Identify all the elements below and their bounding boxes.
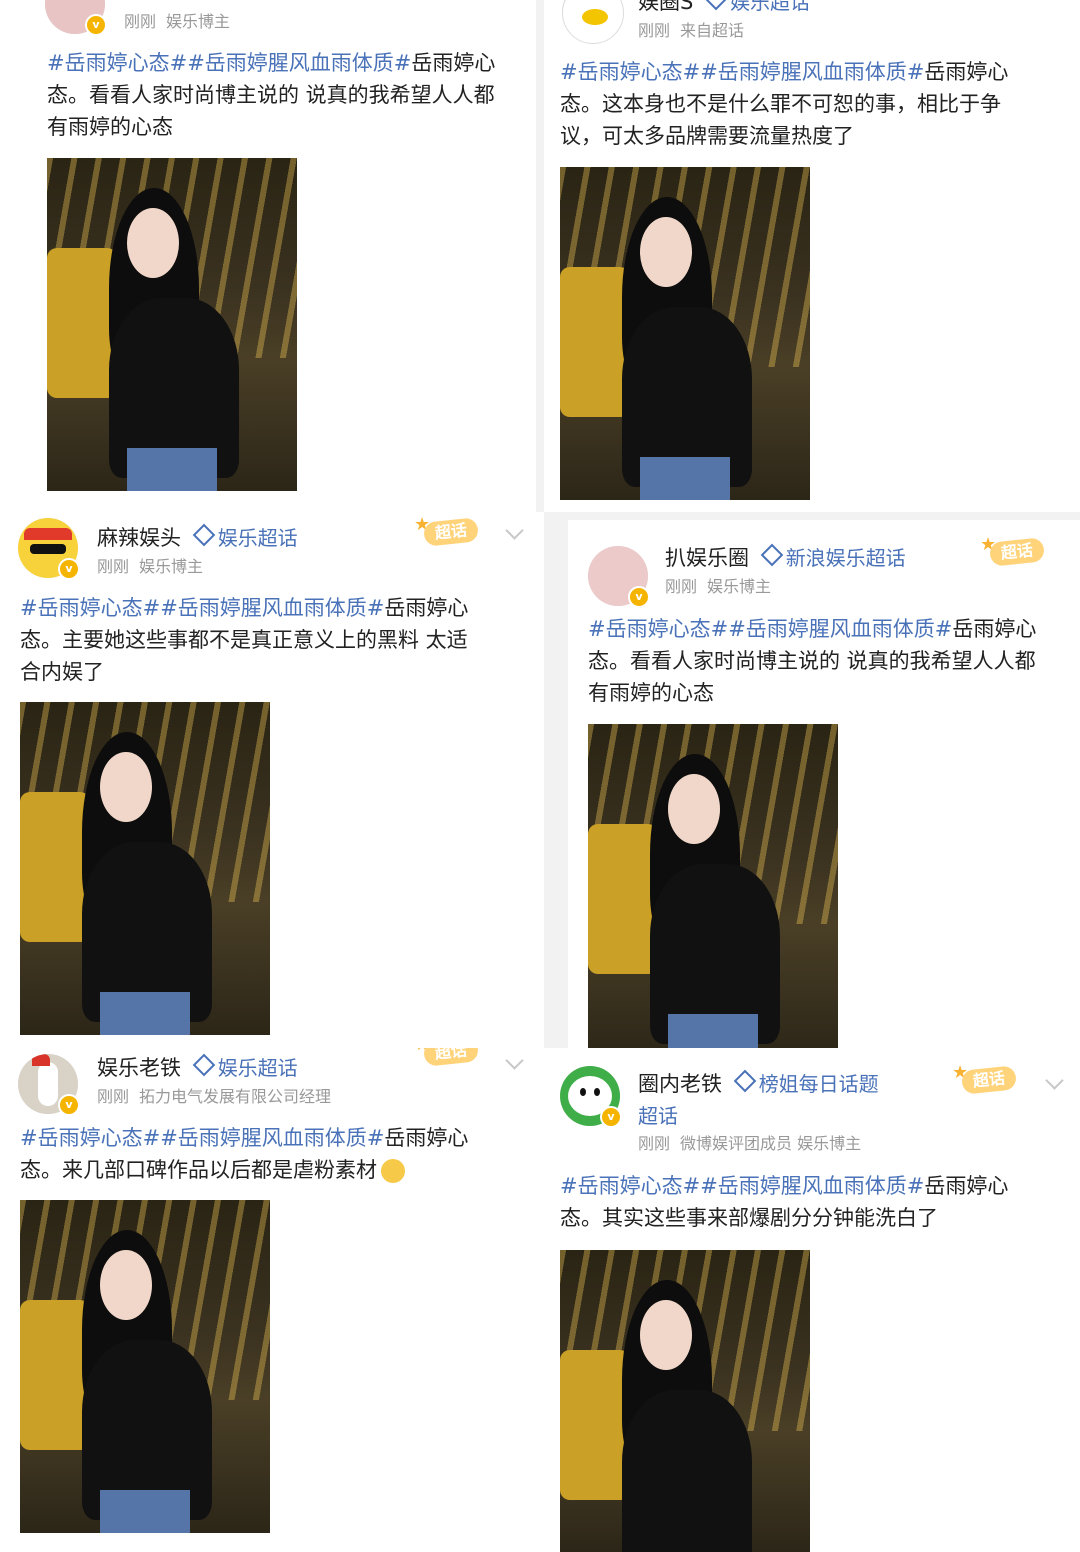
post-photo[interactable] xyxy=(588,724,838,1057)
channel-link-continued[interactable]: 超话 xyxy=(638,1100,678,1129)
post-card-6: v 圈内老铁 榜姐每日话题 超话 刚刚 微博娱评团成员 娱乐博主 ★ 超话 #岳雨… xyxy=(544,1048,1080,1552)
post-text: #岳雨婷心态##岳雨婷腥风血雨体质#岳雨婷心 态。其实这些事来部爆剧分分钟能洗白… xyxy=(560,1174,1009,1230)
laugh-cry-emoji-icon xyxy=(381,1159,405,1183)
avatar[interactable]: v xyxy=(588,546,650,608)
hashtag-link[interactable]: #岳雨婷心态##岳雨婷腥风血雨体质# xyxy=(20,1126,384,1150)
chevron-down-icon[interactable] xyxy=(1045,1071,1064,1090)
post-text: #岳雨婷心态##岳雨婷腥风血雨体质#岳雨婷心 态。看看人家时尚博主说的 说真的我… xyxy=(588,617,1037,705)
diamond-icon xyxy=(192,1053,216,1077)
verified-badge-icon: v xyxy=(58,558,80,580)
post-meta: 刚刚 娱乐博主 xyxy=(124,8,230,32)
hashtag-link[interactable]: #岳雨婷心态##岳雨婷腥风血雨体质# xyxy=(588,617,952,641)
post-card-1: v 刚刚 娱乐博主 #岳雨婷心态##岳雨婷腥风血雨体质#岳雨婷心 态。看看人家时尚… xyxy=(0,0,536,512)
post-time: 刚刚 xyxy=(638,21,671,40)
post-photo[interactable] xyxy=(560,1250,810,1552)
post-meta: 刚刚 娱乐博主 xyxy=(665,573,771,597)
chevron-down-icon[interactable] xyxy=(505,1051,524,1070)
post-time: 刚刚 xyxy=(97,557,130,576)
author-role: 娱乐博主 xyxy=(139,557,204,576)
post-text: #岳雨婷心态##岳雨婷腥风血雨体质#岳雨婷心 态。这本身也不是什么罪不可恕的事，… xyxy=(560,60,1009,148)
channel-link[interactable]: 新浪娱乐超话 xyxy=(786,546,906,570)
chevron-down-icon[interactable] xyxy=(505,521,524,540)
post-meta: 刚刚 娱乐博主 xyxy=(97,553,203,577)
post-card-4: v 扒娱乐圈 新浪娱乐超话 刚刚 娱乐博主 ★ 超话 #岳雨婷心态##岳雨婷腥风血… xyxy=(568,520,1080,1064)
super-topic-badge[interactable]: ★ 超话 xyxy=(414,1048,484,1068)
verified-badge-icon: v xyxy=(85,14,107,36)
author-name[interactable]: 娱圈S 娱乐超话 xyxy=(638,0,810,16)
channel-link[interactable]: 娱乐超话 xyxy=(218,1056,298,1080)
post-photo[interactable] xyxy=(20,702,270,1035)
post-time: 刚刚 xyxy=(124,12,157,31)
post-text: #岳雨婷心态##岳雨婷腥风血雨体质#岳雨婷心 态。主要她这些事都不是真正意义上的… xyxy=(20,596,469,684)
diamond-icon xyxy=(192,523,216,547)
avatar[interactable]: v xyxy=(18,1054,80,1116)
author-name[interactable]: 麻辣娱头 娱乐超话 xyxy=(97,522,298,552)
post-card-3: v 麻辣娱头 娱乐超话 刚刚 娱乐博主 ★ 超话 #岳雨婷心态##岳雨婷腥风血雨体… xyxy=(0,512,544,1048)
verified-badge-icon: v xyxy=(58,1094,80,1116)
post-meta: 刚刚 微博娱评团成员 娱乐博主 xyxy=(638,1130,861,1154)
author-role: 拓力电气发展有限公司经理 xyxy=(139,1087,332,1106)
super-topic-badge[interactable]: ★ 超话 xyxy=(952,1062,1022,1096)
verified-badge-icon: v xyxy=(628,586,650,608)
super-topic-badge[interactable]: ★ 超话 xyxy=(414,514,484,548)
post-text: #岳雨婷心态##岳雨婷腥风血雨体质#岳雨婷心 态。来几部口碑作品以后都是虐粉素材 xyxy=(20,1126,469,1183)
author-name[interactable]: 圈内老铁 榜姐每日话题 xyxy=(638,1068,879,1098)
avatar[interactable] xyxy=(562,0,624,44)
channel-link[interactable]: 榜姐每日话题 xyxy=(759,1072,879,1096)
post-text: #岳雨婷心态##岳雨婷腥风血雨体质#岳雨婷心 态。看看人家时尚博主说的 说真的我… xyxy=(47,51,496,139)
diamond-icon xyxy=(760,543,784,567)
avatar[interactable]: v xyxy=(560,1066,622,1128)
post-photo[interactable] xyxy=(20,1200,270,1533)
diamond-icon xyxy=(704,0,728,11)
hashtag-link[interactable]: #岳雨婷心态##岳雨婷腥风血雨体质# xyxy=(20,596,384,620)
hashtag-link[interactable]: #岳雨婷心态##岳雨婷腥风血雨体质# xyxy=(47,51,411,75)
post-time: 刚刚 xyxy=(638,1134,671,1153)
verified-badge-icon: v xyxy=(600,1106,622,1128)
hashtag-link[interactable]: #岳雨婷心态##岳雨婷腥风血雨体质# xyxy=(560,1174,924,1198)
post-photo[interactable] xyxy=(560,167,810,500)
post-time: 刚刚 xyxy=(665,577,698,596)
author-name[interactable]: 扒娱乐圈 新浪娱乐超话 xyxy=(665,542,906,572)
author-role: 娱乐博主 xyxy=(166,12,231,31)
post-meta: 刚刚 来自超话 xyxy=(638,17,744,41)
author-role: 微博娱评团成员 娱乐博主 xyxy=(680,1134,862,1153)
channel-link[interactable]: 娱乐超话 xyxy=(218,526,298,550)
post-time: 刚刚 xyxy=(97,1087,130,1106)
author-role: 来自超话 xyxy=(680,21,745,40)
post-card-5: v 娱乐老铁 娱乐超话 刚刚拓力电气发展有限公司经理 ★ 超话 #岳雨婷心态##… xyxy=(0,1048,544,1552)
post-meta: 刚刚 拓力电气发展有限公司经理 xyxy=(97,1083,331,1107)
avatar[interactable]: v xyxy=(45,0,107,36)
post-photo[interactable] xyxy=(47,158,297,491)
channel-link[interactable]: 娱乐超话 xyxy=(730,0,810,14)
super-topic-badge[interactable]: ★ 超话 xyxy=(980,534,1050,568)
avatar[interactable]: v xyxy=(18,518,80,580)
author-name[interactable]: 娱乐老铁 娱乐超话 xyxy=(97,1052,298,1082)
author-role: 娱乐博主 xyxy=(707,577,772,596)
diamond-icon xyxy=(733,1069,757,1093)
post-card-2: 娱圈S 娱乐超话 刚刚 来自超话 #岳雨婷心态##岳雨婷腥风血雨体质#岳雨婷心 态… xyxy=(544,0,1080,512)
hashtag-link[interactable]: #岳雨婷心态##岳雨婷腥风血雨体质# xyxy=(560,60,924,84)
